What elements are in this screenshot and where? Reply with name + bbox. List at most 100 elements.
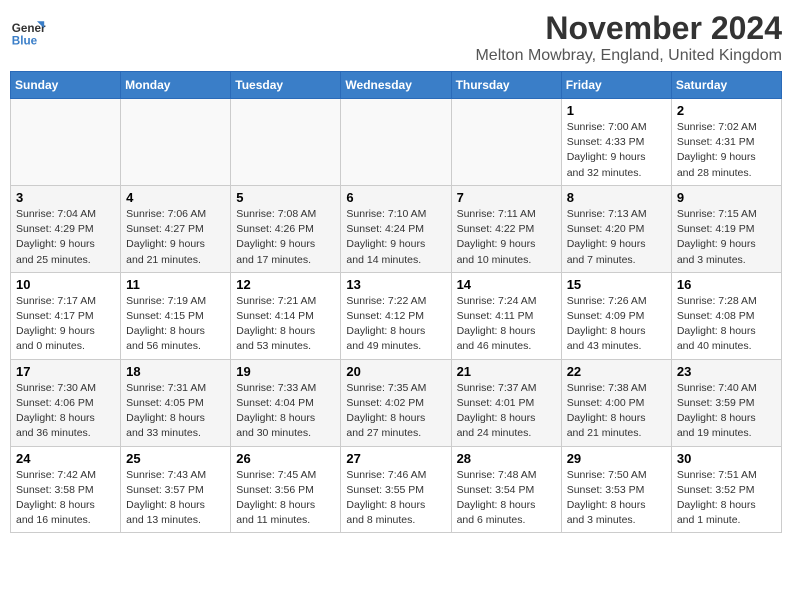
day-info: Sunrise: 7:21 AM Sunset: 4:14 PM Dayligh… <box>236 294 335 355</box>
day-number: 22 <box>567 364 666 379</box>
day-number: 15 <box>567 277 666 292</box>
day-cell: 24 Sunrise: 7:42 AM Sunset: 3:58 PM Dayli… <box>11 446 121 533</box>
logo: General Blue <box>10 14 46 50</box>
day-cell: 12 Sunrise: 7:21 AM Sunset: 4:14 PM Dayli… <box>231 272 341 359</box>
day-number: 23 <box>677 364 776 379</box>
day-number: 25 <box>126 451 225 466</box>
day-cell: 6 Sunrise: 7:10 AM Sunset: 4:24 PM Daylig… <box>341 185 451 272</box>
weekday-header-sunday: Sunday <box>11 72 121 99</box>
day-cell: 1Sunrise: 7:00 AM Sunset: 4:33 PM Daylig… <box>561 99 671 186</box>
day-cell <box>341 99 451 186</box>
weekday-header-thursday: Thursday <box>451 72 561 99</box>
day-number: 20 <box>346 364 445 379</box>
day-cell: 21 Sunrise: 7:37 AM Sunset: 4:01 PM Dayli… <box>451 359 561 446</box>
location-title: Melton Mowbray, England, United Kingdom <box>475 47 782 65</box>
svg-text:Blue: Blue <box>12 35 38 48</box>
day-info: Sunrise: 7:42 AM Sunset: 3:58 PM Dayligh… <box>16 468 115 529</box>
header: General Blue November 2024 Melton Mowbra… <box>10 10 782 65</box>
week-row-3: 10 Sunrise: 7:17 AM Sunset: 4:17 PM Dayli… <box>11 272 782 359</box>
day-number: 4 <box>126 190 225 205</box>
title-area: November 2024 Melton Mowbray, England, U… <box>475 10 782 65</box>
day-number: 10 <box>16 277 115 292</box>
day-number: 9 <box>677 190 776 205</box>
day-number: 14 <box>457 277 556 292</box>
day-cell: 5 Sunrise: 7:08 AM Sunset: 4:26 PM Daylig… <box>231 185 341 272</box>
day-cell: 4 Sunrise: 7:06 AM Sunset: 4:27 PM Daylig… <box>121 185 231 272</box>
weekday-header-saturday: Saturday <box>671 72 781 99</box>
day-cell: 17 Sunrise: 7:30 AM Sunset: 4:06 PM Dayli… <box>11 359 121 446</box>
day-info: Sunrise: 7:35 AM Sunset: 4:02 PM Dayligh… <box>346 381 445 442</box>
weekday-header-friday: Friday <box>561 72 671 99</box>
day-cell: 18 Sunrise: 7:31 AM Sunset: 4:05 PM Dayli… <box>121 359 231 446</box>
weekday-header-monday: Monday <box>121 72 231 99</box>
day-cell <box>121 99 231 186</box>
day-info: Sunrise: 7:50 AM Sunset: 3:53 PM Dayligh… <box>567 468 666 529</box>
day-info: Sunrise: 7:51 AM Sunset: 3:52 PM Dayligh… <box>677 468 776 529</box>
day-cell: 15Sunrise: 7:26 AM Sunset: 4:09 PM Dayli… <box>561 272 671 359</box>
day-info: Sunrise: 7:11 AM Sunset: 4:22 PM Dayligh… <box>457 207 556 268</box>
day-info: Sunrise: 7:13 AM Sunset: 4:20 PM Dayligh… <box>567 207 666 268</box>
day-info: Sunrise: 7:19 AM Sunset: 4:15 PM Dayligh… <box>126 294 225 355</box>
calendar-table: SundayMondayTuesdayWednesdayThursdayFrid… <box>10 71 782 533</box>
day-number: 26 <box>236 451 335 466</box>
day-info: Sunrise: 7:08 AM Sunset: 4:26 PM Dayligh… <box>236 207 335 268</box>
month-title: November 2024 <box>475 10 782 47</box>
day-info: Sunrise: 7:22 AM Sunset: 4:12 PM Dayligh… <box>346 294 445 355</box>
day-info: Sunrise: 7:31 AM Sunset: 4:05 PM Dayligh… <box>126 381 225 442</box>
day-number: 18 <box>126 364 225 379</box>
day-number: 21 <box>457 364 556 379</box>
day-number: 16 <box>677 277 776 292</box>
day-cell: 8 Sunrise: 7:13 AM Sunset: 4:20 PM Daylig… <box>561 185 671 272</box>
logo-icon: General Blue <box>10 14 46 50</box>
day-cell: 11Sunrise: 7:19 AM Sunset: 4:15 PM Dayli… <box>121 272 231 359</box>
day-info: Sunrise: 7:28 AM Sunset: 4:08 PM Dayligh… <box>677 294 776 355</box>
day-info: Sunrise: 7:38 AM Sunset: 4:00 PM Dayligh… <box>567 381 666 442</box>
day-info: Sunrise: 7:17 AM Sunset: 4:17 PM Dayligh… <box>16 294 115 355</box>
day-number: 19 <box>236 364 335 379</box>
day-cell: 16 Sunrise: 7:28 AM Sunset: 4:08 PM Dayli… <box>671 272 781 359</box>
day-number: 12 <box>236 277 335 292</box>
day-number: 27 <box>346 451 445 466</box>
day-info: Sunrise: 7:30 AM Sunset: 4:06 PM Dayligh… <box>16 381 115 442</box>
day-cell: 23 Sunrise: 7:40 AM Sunset: 3:59 PM Dayli… <box>671 359 781 446</box>
day-info: Sunrise: 7:10 AM Sunset: 4:24 PM Dayligh… <box>346 207 445 268</box>
day-info: Sunrise: 7:33 AM Sunset: 4:04 PM Dayligh… <box>236 381 335 442</box>
day-cell: 28 Sunrise: 7:48 AM Sunset: 3:54 PM Dayli… <box>451 446 561 533</box>
day-cell: 7Sunrise: 7:11 AM Sunset: 4:22 PM Daylig… <box>451 185 561 272</box>
day-cell: 29 Sunrise: 7:50 AM Sunset: 3:53 PM Dayli… <box>561 446 671 533</box>
day-number: 30 <box>677 451 776 466</box>
day-number: 1 <box>567 103 666 118</box>
day-info: Sunrise: 7:40 AM Sunset: 3:59 PM Dayligh… <box>677 381 776 442</box>
day-number: 2 <box>677 103 776 118</box>
day-cell: 20 Sunrise: 7:35 AM Sunset: 4:02 PM Dayli… <box>341 359 451 446</box>
day-number: 29 <box>567 451 666 466</box>
day-number: 3 <box>16 190 115 205</box>
week-row-5: 24 Sunrise: 7:42 AM Sunset: 3:58 PM Dayli… <box>11 446 782 533</box>
day-cell: 3 Sunrise: 7:04 AM Sunset: 4:29 PM Daylig… <box>11 185 121 272</box>
day-number: 24 <box>16 451 115 466</box>
day-number: 5 <box>236 190 335 205</box>
day-info: Sunrise: 7:06 AM Sunset: 4:27 PM Dayligh… <box>126 207 225 268</box>
day-info: Sunrise: 7:37 AM Sunset: 4:01 PM Dayligh… <box>457 381 556 442</box>
day-number: 6 <box>346 190 445 205</box>
day-number: 13 <box>346 277 445 292</box>
day-cell: 14Sunrise: 7:24 AM Sunset: 4:11 PM Dayli… <box>451 272 561 359</box>
day-info: Sunrise: 7:15 AM Sunset: 4:19 PM Dayligh… <box>677 207 776 268</box>
day-cell <box>451 99 561 186</box>
week-row-1: 1Sunrise: 7:00 AM Sunset: 4:33 PM Daylig… <box>11 99 782 186</box>
day-cell: 25 Sunrise: 7:43 AM Sunset: 3:57 PM Dayli… <box>121 446 231 533</box>
day-cell: 10 Sunrise: 7:17 AM Sunset: 4:17 PM Dayli… <box>11 272 121 359</box>
day-info: Sunrise: 7:43 AM Sunset: 3:57 PM Dayligh… <box>126 468 225 529</box>
day-cell: 30 Sunrise: 7:51 AM Sunset: 3:52 PM Dayli… <box>671 446 781 533</box>
day-cell: 2 Sunrise: 7:02 AM Sunset: 4:31 PM Daylig… <box>671 99 781 186</box>
day-info: Sunrise: 7:48 AM Sunset: 3:54 PM Dayligh… <box>457 468 556 529</box>
day-cell: 9 Sunrise: 7:15 AM Sunset: 4:19 PM Daylig… <box>671 185 781 272</box>
day-number: 8 <box>567 190 666 205</box>
day-cell: 19 Sunrise: 7:33 AM Sunset: 4:04 PM Dayli… <box>231 359 341 446</box>
day-info: Sunrise: 7:04 AM Sunset: 4:29 PM Dayligh… <box>16 207 115 268</box>
day-number: 28 <box>457 451 556 466</box>
weekday-header-row: SundayMondayTuesdayWednesdayThursdayFrid… <box>11 72 782 99</box>
weekday-header-wednesday: Wednesday <box>341 72 451 99</box>
day-number: 17 <box>16 364 115 379</box>
day-info: Sunrise: 7:02 AM Sunset: 4:31 PM Dayligh… <box>677 120 776 181</box>
